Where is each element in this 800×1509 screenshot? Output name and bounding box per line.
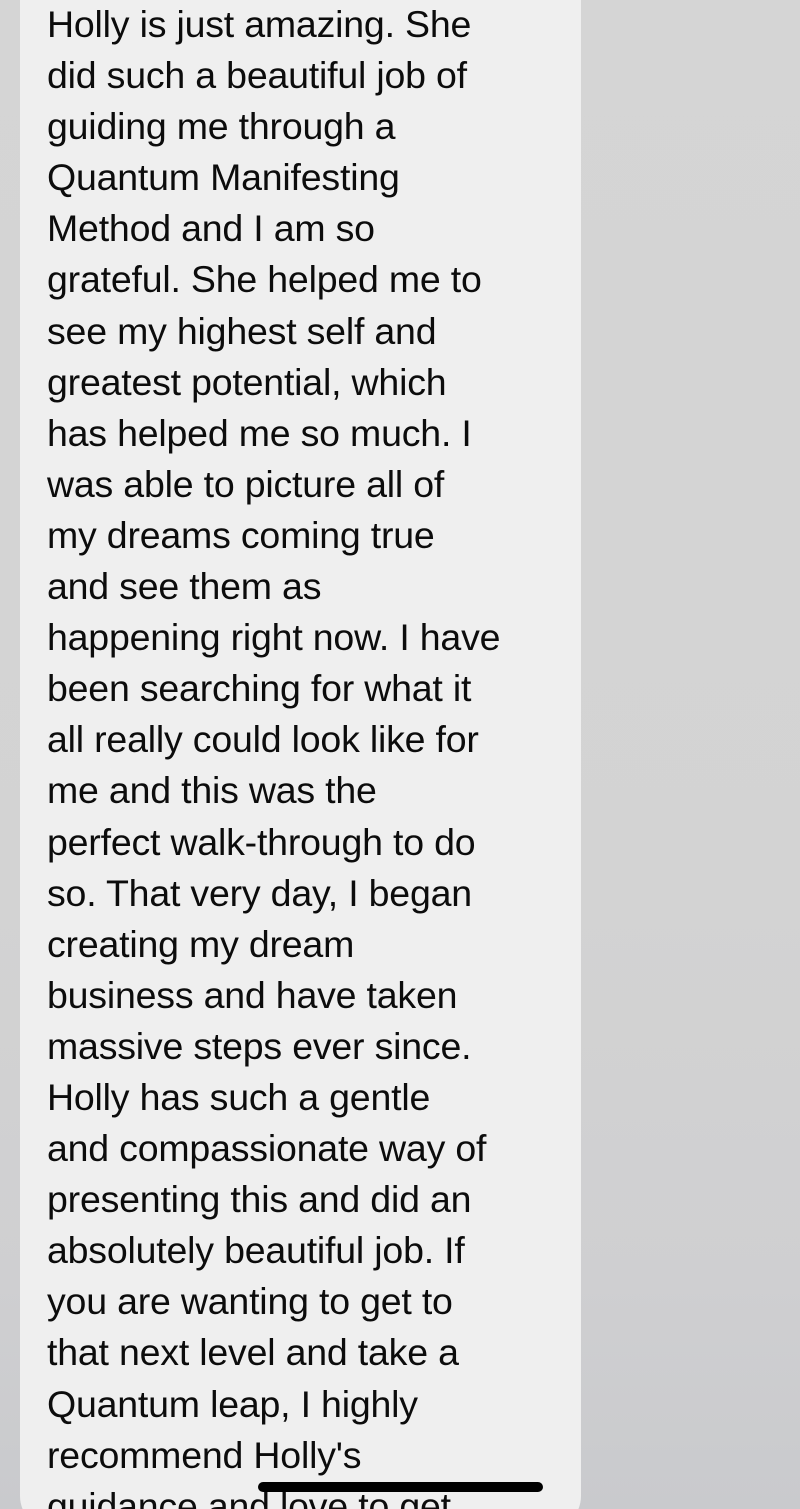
message-line: and see them as <box>47 565 322 608</box>
message-line: happening right now. I have <box>47 616 501 659</box>
message-line: absolutely beautiful job. If <box>47 1229 465 1272</box>
message-line: you are wanting to get to <box>47 1280 453 1323</box>
message-line: Holly has such a gentle <box>47 1075 431 1118</box>
message-line: business and have taken <box>47 973 458 1016</box>
message-line: greatest potential, which <box>47 360 447 403</box>
message-line: grateful. She helped me to <box>47 258 482 301</box>
message-line: Holly is just amazing. She <box>47 3 472 45</box>
message-line: was able to picture all of <box>47 462 445 505</box>
message-line: guiding me through a <box>47 105 396 148</box>
message-line: recommend Holly's <box>47 1433 362 1476</box>
message-line: that next level and take a <box>47 1331 459 1374</box>
message-line: did such a beautiful job of <box>47 54 467 97</box>
message-line: all really could look like for <box>47 718 479 761</box>
message-line: been searching for what it <box>47 667 472 710</box>
message-line: so. That very day, I began <box>47 871 472 914</box>
message-line: and compassionate way of <box>47 1127 487 1170</box>
message-line: creating my dream <box>47 922 355 965</box>
message-line: Quantum leap, I highly <box>47 1382 418 1425</box>
message-line: Method and I am so <box>47 207 375 250</box>
message-line: perfect walk-through to do <box>47 820 476 863</box>
message-line: presenting this and did an <box>47 1178 472 1221</box>
message-line: massive steps ever since. <box>47 1024 472 1067</box>
home-indicator[interactable] <box>258 1482 543 1492</box>
message-line: has helped me so much. I <box>47 411 472 454</box>
message-line: see my highest self and <box>47 309 437 352</box>
conversation-view: Holly is just amazing. She did such a be… <box>0 0 800 1509</box>
message-line: my dreams coming true <box>47 513 435 556</box>
message-line: Quantum Manifesting <box>47 156 400 199</box>
message-line: me and this was the <box>47 769 377 812</box>
message-text: Holly is just amazing. She did such a be… <box>47 0 567 1509</box>
